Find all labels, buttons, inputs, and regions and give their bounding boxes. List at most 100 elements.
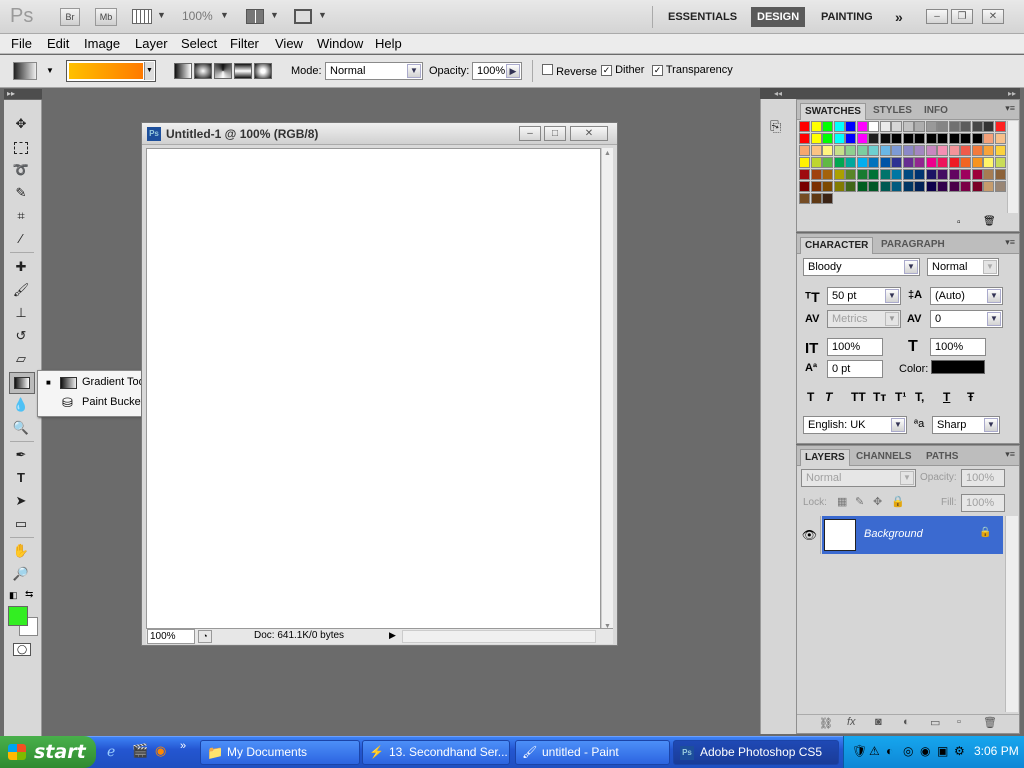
rectangle-tool-icon[interactable]: ▭ xyxy=(10,514,32,534)
bridge-button[interactable]: Br xyxy=(60,8,80,26)
visibility-eye-icon[interactable]: 👁 xyxy=(799,516,821,554)
doc-close-icon[interactable]: ✕ xyxy=(570,126,608,141)
color-swatch[interactable] xyxy=(960,157,971,168)
menu-window[interactable]: Window xyxy=(317,36,363,51)
default-colors-icon[interactable]: ◧ xyxy=(9,590,18,601)
color-swatch[interactable] xyxy=(937,121,948,132)
horizontal-scrollbar[interactable] xyxy=(402,630,596,643)
color-swatch[interactable] xyxy=(914,181,925,192)
lasso-tool-icon[interactable]: ➰ xyxy=(10,160,32,180)
chevron-down-icon[interactable]: ▼ xyxy=(144,62,154,80)
workspace-painting[interactable]: PAINTING xyxy=(815,7,879,27)
zoom-tool-icon[interactable]: 🔎 xyxy=(10,564,32,584)
color-swatch[interactable] xyxy=(902,121,914,132)
color-swatch[interactable] xyxy=(891,157,902,168)
color-swatch[interactable] xyxy=(879,169,891,180)
color-swatch[interactable] xyxy=(845,157,856,168)
menu-filter[interactable]: Filter xyxy=(230,36,259,51)
color-swatch[interactable] xyxy=(799,121,810,132)
zoom-level[interactable]: 100% xyxy=(182,9,213,23)
color-swatch[interactable] xyxy=(879,157,891,168)
baseline-shift-input[interactable]: 0 pt xyxy=(827,360,883,378)
color-swatch[interactable] xyxy=(983,157,994,168)
font-size-select[interactable]: 50 pt ▼ xyxy=(827,287,901,305)
color-swatch[interactable] xyxy=(948,145,960,156)
pen-tool-icon[interactable]: ✒ xyxy=(10,445,32,465)
workspace-design[interactable]: DESIGN xyxy=(751,7,806,27)
color-swatch[interactable] xyxy=(948,121,960,132)
toolbox-collapse-icon[interactable]: ▸▸ xyxy=(4,89,42,99)
menu-select[interactable]: Select xyxy=(181,36,217,51)
dither-check-box[interactable]: ✓ xyxy=(601,65,612,76)
color-swatch[interactable] xyxy=(994,145,1006,156)
color-swatch[interactable] xyxy=(799,133,810,144)
tool-preset-icon[interactable] xyxy=(13,62,37,80)
text-style-button[interactable]: T xyxy=(825,390,832,404)
text-style-button[interactable]: T¹ xyxy=(895,390,906,404)
color-swatch[interactable] xyxy=(937,145,948,156)
restore-icon[interactable]: ❐ xyxy=(951,9,973,24)
antialias-select[interactable]: Sharp ▼ xyxy=(932,416,1000,434)
color-swatch[interactable] xyxy=(833,121,845,132)
color-swatch[interactable] xyxy=(879,181,891,192)
font-style-select[interactable]: Normal ▼ xyxy=(927,258,999,276)
color-swatch[interactable] xyxy=(948,133,960,144)
color-swatch[interactable] xyxy=(856,157,868,168)
color-swatch[interactable] xyxy=(879,145,891,156)
color-swatch[interactable] xyxy=(810,133,822,144)
color-swatch[interactable] xyxy=(937,133,948,144)
color-swatch[interactable] xyxy=(983,133,994,144)
color-swatch[interactable] xyxy=(971,169,983,180)
gradient-tool-button[interactable] xyxy=(9,372,35,394)
chevron-down-icon[interactable]: ▼ xyxy=(157,10,166,20)
color-swatch[interactable] xyxy=(879,133,891,144)
color-swatch[interactable] xyxy=(971,121,983,132)
layers-scrollbar[interactable] xyxy=(1005,516,1018,712)
type-tool-icon[interactable]: T xyxy=(10,468,32,488)
color-swatch[interactable] xyxy=(902,181,914,192)
color-swatch[interactable] xyxy=(948,169,960,180)
color-swatch[interactable] xyxy=(833,181,845,192)
color-swatch[interactable] xyxy=(914,121,925,132)
color-swatch[interactable] xyxy=(856,121,868,132)
task-winamp[interactable]: ⚡ 13. Secondhand Ser... xyxy=(362,740,510,765)
media-quicklaunch-icon[interactable]: 🎬 xyxy=(132,743,148,759)
color-swatch[interactable] xyxy=(914,145,925,156)
status-menu-arrow-icon[interactable]: ▶ xyxy=(389,630,396,641)
color-swatch[interactable] xyxy=(845,181,856,192)
menu-view[interactable]: View xyxy=(275,36,303,51)
color-swatch[interactable] xyxy=(822,181,833,192)
fill-input[interactable]: 100% xyxy=(961,494,1005,512)
layer-row-background[interactable]: Background 🔒 xyxy=(822,516,1003,554)
tab-character[interactable]: CHARACTER xyxy=(800,237,874,254)
minimize-icon[interactable]: – xyxy=(926,9,948,24)
linear-gradient-icon[interactable] xyxy=(174,63,192,79)
color-swatch[interactable] xyxy=(960,121,971,132)
color-swatch[interactable] xyxy=(971,181,983,192)
workspace-essentials[interactable]: ESSENTIALS xyxy=(662,7,743,27)
vertical-scrollbar[interactable]: ▲ ▼ xyxy=(601,148,613,632)
layer-opacity-input[interactable]: 100% xyxy=(961,469,1005,487)
horizontal-scale-input[interactable]: 100% xyxy=(930,338,986,356)
task-photoshop[interactable]: Ps Adobe Photoshop CS5 xyxy=(673,740,839,765)
start-button[interactable]: start xyxy=(0,736,96,768)
color-swatch[interactable] xyxy=(971,133,983,144)
lock-image-icon[interactable]: ✎ xyxy=(855,495,864,508)
tray-app-icon[interactable]: ⚙ xyxy=(954,744,965,758)
menu-image[interactable]: Image xyxy=(84,36,120,51)
color-swatch[interactable] xyxy=(845,133,856,144)
lock-position-icon[interactable]: ✥ xyxy=(873,495,882,508)
color-swatch[interactable] xyxy=(994,157,1006,168)
dither-checkbox[interactable]: ✓ Dither xyxy=(601,64,644,76)
color-swatch[interactable] xyxy=(822,121,833,132)
move-tool-icon[interactable]: ✥ xyxy=(10,114,32,134)
tab-paths[interactable]: PATHS xyxy=(922,449,962,466)
screen-mode-icon[interactable] xyxy=(294,9,312,24)
color-swatch[interactable] xyxy=(810,181,822,192)
color-swatch[interactable] xyxy=(925,133,937,144)
link-layers-icon[interactable]: ⛓ xyxy=(819,717,833,730)
color-swatch[interactable] xyxy=(868,121,879,132)
color-swatch[interactable] xyxy=(868,133,879,144)
dodge-tool-icon[interactable]: 🔍 xyxy=(10,418,32,438)
color-swatch[interactable] xyxy=(833,145,845,156)
